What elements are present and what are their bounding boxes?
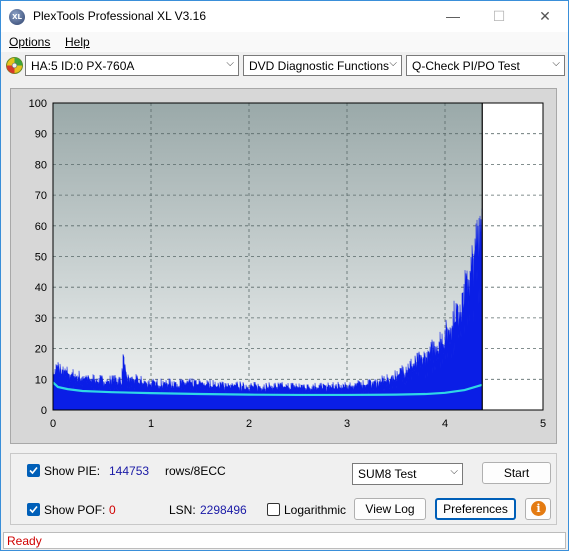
menu-bar: Options Help xyxy=(1,32,568,52)
y-tick-label: 30 xyxy=(35,313,47,325)
pie-value: 144753 xyxy=(109,464,150,478)
y-tick-label: 20 xyxy=(35,344,47,356)
menu-help[interactable]: Help xyxy=(65,35,90,49)
preferences-button-label: Preferences xyxy=(443,502,508,516)
lsn-value: 2298496 xyxy=(200,503,247,517)
test-select-value: Q-Check PI/PO Test xyxy=(412,59,520,73)
test-select[interactable]: Q-Check PI/PO Test ⌵ xyxy=(406,55,565,76)
x-tick-label: 0 xyxy=(50,418,56,430)
pie-chart: 0 10 20 30 40 50 60 70 80 90 100 0 1 2 3 4 5 xyxy=(29,98,546,430)
chevron-down-icon: ⌵ xyxy=(552,58,560,69)
chart-panel: 0 10 20 30 40 50 60 70 80 90 100 0 1 2 3 4 5 xyxy=(10,88,557,444)
app-logo-icon: XL xyxy=(9,9,25,25)
y-tick-label: 10 xyxy=(35,374,47,386)
x-tick-label: 2 xyxy=(246,418,252,430)
check-icon xyxy=(29,505,38,514)
maximize-button[interactable]: ☐ xyxy=(476,1,522,32)
sum-test-select[interactable]: SUM8 Test ⌵ xyxy=(352,463,463,485)
y-tick-label: 100 xyxy=(29,98,47,110)
y-tick-label: 60 xyxy=(35,221,47,233)
y-tick-label: 40 xyxy=(35,282,47,294)
pie-unit: rows/8ECC xyxy=(165,464,226,478)
sum-test-select-value: SUM8 Test xyxy=(358,467,417,481)
lsn-label: LSN: xyxy=(169,503,196,517)
menu-help-label: Help xyxy=(65,35,90,49)
function-select[interactable]: DVD Diagnostic Functions ⌵ xyxy=(243,55,402,76)
x-tick-label: 4 xyxy=(442,418,448,430)
y-tick-label: 50 xyxy=(35,252,47,264)
chevron-down-icon: ⌵ xyxy=(450,466,458,477)
chevron-down-icon: ⌵ xyxy=(389,58,397,69)
status-bar: Ready xyxy=(1,531,568,550)
view-log-button[interactable]: View Log xyxy=(354,498,426,520)
controls-panel: Show PIE: 144753 rows/8ECC Show POF: 0 L… xyxy=(10,453,557,525)
y-tick-label: 80 xyxy=(35,159,47,171)
show-pof-checkbox[interactable] xyxy=(27,503,40,516)
y-tick-label: 70 xyxy=(35,190,47,202)
app-window: XL PlexTools Professional XL V3.16 — ☐ ✕… xyxy=(0,0,569,551)
view-log-button-label: View Log xyxy=(365,502,415,516)
minimize-button[interactable]: — xyxy=(430,1,476,32)
status-text: Ready xyxy=(7,534,42,548)
menu-options[interactable]: Options xyxy=(9,35,50,49)
drive-select[interactable]: HA:5 ID:0 PX-760A ⌵ xyxy=(25,55,239,76)
preferences-button[interactable]: Preferences xyxy=(435,498,516,520)
drive-select-value: HA:5 ID:0 PX-760A xyxy=(31,59,135,73)
x-tick-label: 1 xyxy=(148,418,154,430)
y-tick-label: 0 xyxy=(41,405,47,417)
logarithmic-checkbox[interactable] xyxy=(267,503,280,516)
drive-disc-icon xyxy=(6,57,23,74)
show-pof-label: Show POF: xyxy=(44,503,106,517)
check-icon xyxy=(29,466,38,475)
toolbar: HA:5 ID:0 PX-760A ⌵ DVD Diagnostic Funct… xyxy=(1,53,568,80)
close-button[interactable]: ✕ xyxy=(522,1,568,32)
logarithmic-label: Logarithmic xyxy=(284,503,347,517)
start-button-label: Start xyxy=(503,466,530,480)
x-tick-label: 3 xyxy=(344,418,350,430)
info-icon: i xyxy=(531,501,546,516)
show-pie-label: Show PIE: xyxy=(44,464,101,478)
y-tick-label: 90 xyxy=(35,129,47,141)
function-select-value: DVD Diagnostic Functions xyxy=(249,59,390,73)
menu-options-label: Options xyxy=(9,35,51,49)
x-tick-label: 5 xyxy=(540,418,546,430)
status-field: Ready xyxy=(3,532,566,549)
start-button[interactable]: Start xyxy=(482,462,551,484)
info-button[interactable]: i xyxy=(525,498,551,520)
chevron-down-icon: ⌵ xyxy=(226,58,234,69)
window-title: PlexTools Professional XL V3.16 xyxy=(33,9,206,23)
title-bar: XL PlexTools Professional XL V3.16 — ☐ ✕ xyxy=(1,1,568,32)
show-pie-checkbox[interactable] xyxy=(27,464,40,477)
pof-value: 0 xyxy=(109,503,116,517)
